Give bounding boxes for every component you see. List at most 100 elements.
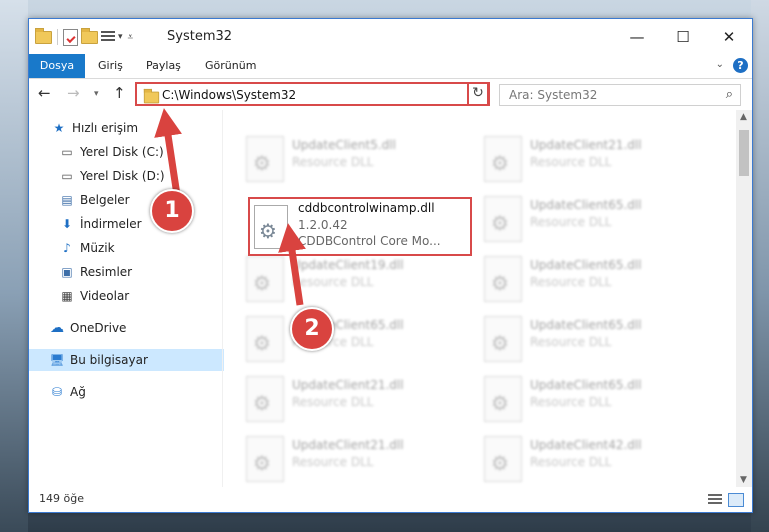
list-item[interactable]: UpdateClient42.dll Resource DLL (482, 434, 712, 486)
sidebar-item-network[interactable]: ⛁ Ağ (29, 381, 240, 403)
sidebar-item-this-pc[interactable]: 🖥︎ Bu bilgisayar (29, 349, 240, 371)
close-button[interactable]: ✕ (706, 19, 752, 54)
back-arrow-icon[interactable]: ← (38, 84, 51, 102)
pane-divider[interactable] (222, 110, 223, 487)
window-title: System32 (167, 29, 233, 44)
sidebar-item-documents[interactable]: ▤ Belgeler 📌︎ (29, 189, 250, 211)
file-name: UpdateClient5.dll (292, 138, 396, 152)
file-description: Resource DLL (292, 275, 374, 289)
file-description: Resource DLL (530, 155, 612, 169)
tab-home[interactable]: Giriş (98, 54, 123, 78)
cloud-icon: ☁ (50, 320, 64, 336)
list-item[interactable]: UpdateClient65.dll Resource DLL (244, 314, 474, 366)
customize-toolbar-icon[interactable]: ⩡ (128, 32, 134, 43)
videos-icon: ▦ (61, 289, 73, 303)
dll-file-icon (484, 376, 522, 422)
list-item[interactable]: UpdateClient65.dll Resource DLL (482, 314, 712, 366)
sidebar-item-label: OneDrive (70, 321, 127, 335)
sidebar-item-label: Müzik (80, 241, 115, 255)
minimize-button[interactable]: — (614, 19, 660, 54)
list-item[interactable]: UpdateClient65.dll Resource DLL (482, 254, 712, 306)
properties-icon[interactable] (63, 28, 78, 46)
list-item[interactable]: UpdateClient21.dll Resource DLL (244, 434, 474, 486)
details-view-icon[interactable] (708, 494, 722, 505)
explorer-window: ▾ ⩡ System32 — ☐ ✕ Dosya Giriş Paylaş Gö… (28, 18, 753, 513)
view-dropdown-icon[interactable]: ▾ (118, 32, 123, 42)
folder-icon (35, 27, 52, 44)
scroll-up-icon[interactable]: ▲ (740, 112, 747, 122)
sidebar-item-downloads[interactable]: ⬇ İndirmeler 📌︎ (29, 213, 250, 235)
scrollbar-thumb[interactable] (739, 130, 749, 176)
view-options-icon[interactable] (101, 31, 115, 43)
sidebar-item-label: Videolar (80, 289, 130, 303)
sidebar-item-local-disk-c[interactable]: ▭ Yerel Disk (C:) 📌︎ (29, 141, 250, 163)
address-bar[interactable]: C:\Windows\System32 ⌄ (135, 82, 490, 106)
ribbon-tabs: Dosya Giriş Paylaş Görünüm ⌄ ? (29, 54, 752, 79)
step-2-badge: 2 (290, 307, 334, 351)
sidebar-item-quick-access[interactable]: ★ Hızlı erişim (29, 117, 242, 139)
refresh-icon: ↻ (472, 85, 484, 101)
list-item[interactable]: UpdateClient65.dll Resource DLL (482, 374, 712, 426)
tab-file[interactable]: Dosya (29, 54, 85, 78)
list-item[interactable]: UpdateClient19.dll Resource DLL (244, 254, 474, 306)
file-name: UpdateClient65.dll (530, 258, 642, 272)
forward-arrow-icon[interactable]: → (67, 84, 80, 102)
file-name: UpdateClient42.dll (530, 438, 642, 452)
dll-file-icon (484, 196, 522, 242)
file-name: UpdateClient65.dll (530, 378, 642, 392)
sidebar-item-local-disk-d[interactable]: ▭ Yerel Disk (D:) 📌︎ (29, 165, 250, 187)
desktop-wallpaper-left (0, 0, 28, 532)
list-item[interactable]: UpdateClient21.dll Resource DLL (482, 134, 712, 186)
dll-file-icon (246, 316, 284, 362)
vertical-scrollbar[interactable]: ▲ ▼ (736, 110, 752, 487)
sidebar-item-label: Ağ (70, 385, 86, 399)
title-bar: ▾ ⩡ System32 — ☐ ✕ (29, 19, 752, 54)
drive-icon: ▭ (61, 169, 73, 183)
up-arrow-icon[interactable]: ↑ (113, 84, 126, 102)
file-name: UpdateClient21.dll (292, 438, 404, 452)
pictures-icon: ▣ (61, 265, 73, 279)
refresh-button[interactable]: ↻ (467, 82, 489, 106)
list-item[interactable]: UpdateClient65.dll Resource DLL (482, 194, 712, 246)
large-icons-view-icon[interactable] (728, 493, 744, 507)
search-input[interactable]: Ara: System32 ⌕ (499, 84, 741, 106)
dll-file-icon (484, 436, 522, 482)
file-description: Resource DLL (292, 395, 374, 409)
dll-file-icon (246, 256, 284, 302)
dll-file-icon (246, 376, 284, 422)
dll-file-icon (254, 205, 288, 249)
highlighted-file-item[interactable]: cddbcontrolwinamp.dll 1.2.0.42 CDDBContr… (248, 197, 472, 256)
toolbar-separator (57, 29, 58, 45)
network-icon: ⛁ (51, 385, 63, 399)
navigation-pane: ★ Hızlı erişim ▭ Yerel Disk (C:) 📌︎ ▭ Ye… (29, 110, 244, 487)
address-path: C:\Windows\System32 (162, 88, 297, 102)
item-count: 149 öğe (39, 492, 84, 505)
scroll-down-icon[interactable]: ▼ (740, 475, 747, 485)
folder-icon (143, 88, 160, 104)
help-button[interactable]: ? (733, 58, 748, 73)
dll-file-icon (484, 136, 522, 182)
list-item[interactable]: UpdateClient5.dll Resource DLL (244, 134, 474, 186)
sidebar-item-videos[interactable]: ▦ Videolar 📌︎ (29, 285, 250, 307)
tab-share[interactable]: Paylaş (146, 54, 181, 78)
file-description: Resource DLL (530, 455, 612, 469)
sidebar-item-pictures[interactable]: ▣ Resimler 📌︎ (29, 261, 250, 283)
sidebar-item-onedrive[interactable]: ☁ OneDrive (29, 317, 240, 339)
list-item[interactable]: UpdateClient21.dll Resource DLL (244, 374, 474, 426)
downloads-icon: ⬇ (61, 217, 73, 231)
sidebar-item-label: Belgeler (80, 193, 130, 207)
recent-locations-icon[interactable]: ▾ (94, 89, 99, 99)
new-folder-icon[interactable] (81, 27, 98, 44)
sidebar-item-label: Hızlı erişim (72, 121, 139, 135)
file-description: CDDBControl Core Mo... (298, 234, 441, 248)
music-icon: ♪ (63, 241, 71, 255)
dll-file-icon (246, 436, 284, 482)
chevron-down-icon[interactable]: ⌄ (716, 59, 724, 70)
sidebar-item-music[interactable]: ♪ Müzik 📌︎ (29, 237, 250, 259)
step-1-badge: 1 (150, 189, 194, 233)
file-description: Resource DLL (292, 155, 374, 169)
sidebar-item-label: Yerel Disk (C:) (80, 145, 164, 159)
maximize-button[interactable]: ☐ (660, 19, 706, 54)
drive-icon: ▭ (61, 145, 73, 159)
tab-view[interactable]: Görünüm (205, 54, 256, 78)
